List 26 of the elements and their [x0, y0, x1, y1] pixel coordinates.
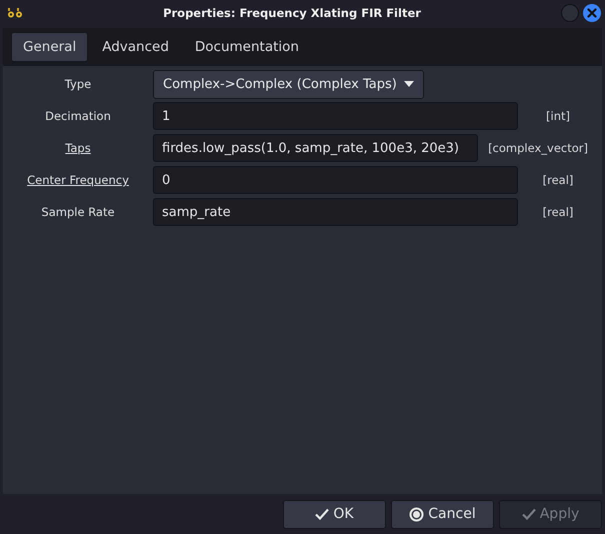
type-label: [int]: [545, 109, 571, 123]
field-label: Center Frequency: [27, 173, 129, 187]
input-field[interactable]: firdes.low_pass(1.0, samp_rate, 100e3, 20e3): [153, 134, 478, 162]
close-button[interactable]: [583, 4, 601, 22]
tab[interactable]: Advanced: [90, 32, 181, 62]
type-label: [real]: [542, 205, 574, 219]
caret-icon: [404, 81, 414, 87]
type-label: [real]: [542, 173, 574, 187]
check-icon: [522, 508, 536, 520]
field-label: Decimation: [45, 109, 111, 123]
input-field[interactable]: 1: [153, 102, 518, 130]
input-field[interactable]: samp_rate: [153, 198, 518, 226]
field-label: Sample Rate: [41, 205, 115, 219]
tab[interactable]: General: [11, 32, 88, 62]
type-dropdown[interactable]: Complex->Complex (Complex Taps): [153, 70, 424, 98]
field-label: Taps: [65, 141, 91, 155]
input-field[interactable]: 0: [153, 166, 518, 194]
check-icon: [315, 508, 330, 520]
ok-button[interactable]: OK: [283, 500, 386, 528]
window-title: Properties: Frequency Xlating FIR Filter: [162, 6, 422, 20]
tab[interactable]: Documentation: [182, 32, 311, 62]
cancel-button[interactable]: Cancel: [391, 500, 494, 528]
app-icon: [7, 8, 23, 18]
type-label: [complex_vector]: [488, 141, 588, 155]
field-label: Type: [64, 77, 92, 91]
cancel-icon: [409, 506, 424, 522]
